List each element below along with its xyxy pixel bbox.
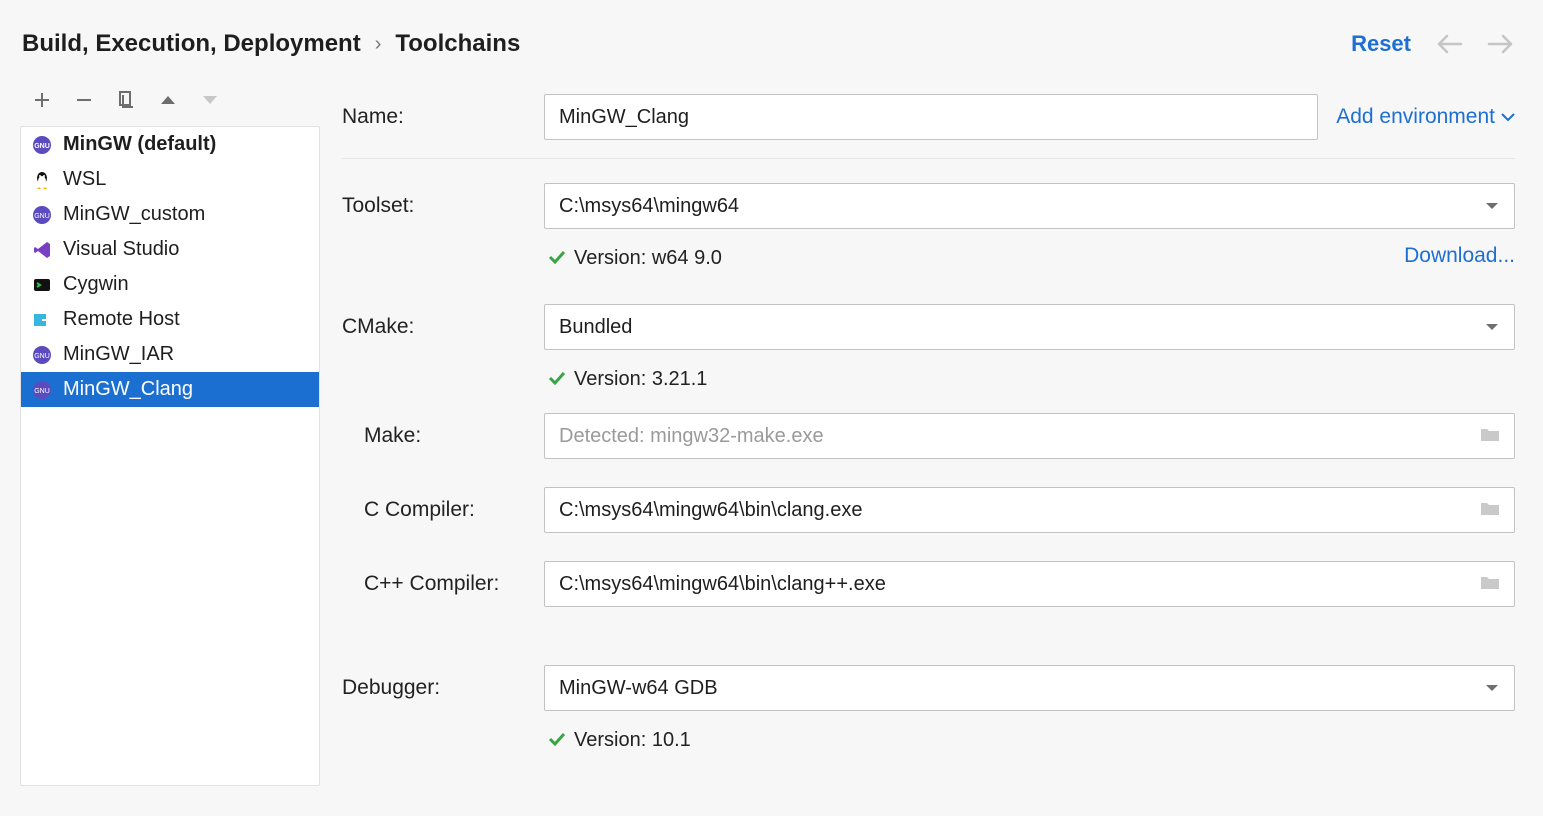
- move-up-button[interactable]: [158, 90, 178, 110]
- toolchain-item-mingw-default[interactable]: GNU MinGW (default): [21, 127, 319, 162]
- svg-text:GNU: GNU: [34, 388, 50, 395]
- toolchain-item-label: MinGW_IAR: [63, 343, 174, 366]
- gnu-icon: GNU: [31, 134, 53, 156]
- add-environment-link[interactable]: Add environment: [1336, 105, 1515, 129]
- toolchain-item-mingw-custom[interactable]: GNU MinGW_custom: [21, 197, 319, 232]
- tux-icon: [31, 169, 53, 191]
- chevron-down-icon: [1484, 195, 1500, 218]
- download-link[interactable]: Download...: [1404, 244, 1515, 268]
- toolchain-item-mingw-clang[interactable]: GNU MinGW_Clang: [21, 372, 319, 407]
- folder-icon[interactable]: [1480, 499, 1500, 522]
- make-input[interactable]: Detected: mingw32-make.exe: [544, 413, 1515, 459]
- c-compiler-input[interactable]: C:\msys64\mingw64\bin\clang.exe: [544, 487, 1515, 533]
- c-compiler-label: C Compiler:: [342, 498, 544, 522]
- toolchain-item-mingw-iar[interactable]: GNU MinGW_IAR: [21, 337, 319, 372]
- copy-button[interactable]: [116, 90, 136, 110]
- toolset-select[interactable]: C:\msys64\mingw64: [544, 183, 1515, 229]
- breadcrumb-parent[interactable]: Build, Execution, Deployment: [22, 30, 361, 58]
- breadcrumb: Build, Execution, Deployment › Toolchain…: [22, 30, 520, 58]
- toolchain-item-visual-studio[interactable]: Visual Studio: [21, 232, 319, 267]
- move-down-button[interactable]: [200, 90, 220, 110]
- folder-icon[interactable]: [1480, 425, 1500, 448]
- c-compiler-value: C:\msys64\mingw64\bin\clang.exe: [559, 499, 862, 522]
- forward-arrow-icon: [1487, 34, 1515, 54]
- name-input-value: MinGW_Clang: [559, 106, 689, 129]
- gnu-icon: GNU: [31, 379, 53, 401]
- gnu-icon: GNU: [31, 344, 53, 366]
- remote-host-icon: [31, 309, 53, 331]
- make-placeholder: Detected: mingw32-make.exe: [559, 425, 824, 448]
- toolchain-item-label: WSL: [63, 168, 106, 191]
- cxx-compiler-value: C:\msys64\mingw64\bin\clang++.exe: [559, 573, 886, 596]
- toolset-value: C:\msys64\mingw64: [559, 195, 739, 218]
- check-icon: [548, 247, 566, 270]
- remove-button[interactable]: [74, 90, 94, 110]
- toolchain-item-label: MinGW (default): [63, 133, 216, 156]
- breadcrumb-current: Toolchains: [395, 30, 520, 58]
- toolchain-item-label: Remote Host: [63, 308, 180, 331]
- name-label: Name:: [342, 105, 544, 129]
- name-input[interactable]: MinGW_Clang: [544, 94, 1318, 140]
- visual-studio-icon: [31, 239, 53, 261]
- cmake-label: CMake:: [342, 315, 544, 339]
- debugger-version: Version: 10.1: [574, 729, 691, 752]
- debugger-label: Debugger:: [342, 676, 544, 700]
- toolchain-list: GNU MinGW (default) WSL GNU MinGW_custom…: [20, 126, 320, 786]
- chevron-down-icon: [1484, 677, 1500, 700]
- svg-text:GNU: GNU: [34, 353, 50, 360]
- cmake-value: Bundled: [559, 316, 632, 339]
- toolchain-item-cygwin[interactable]: Cygwin: [21, 267, 319, 302]
- toolchain-item-wsl[interactable]: WSL: [21, 162, 319, 197]
- cygwin-icon: [31, 274, 53, 296]
- svg-text:GNU: GNU: [34, 143, 50, 150]
- toolchain-item-remote-host[interactable]: Remote Host: [21, 302, 319, 337]
- gnu-icon: GNU: [31, 204, 53, 226]
- toolchain-item-label: MinGW_Clang: [63, 378, 193, 401]
- cmake-select[interactable]: Bundled: [544, 304, 1515, 350]
- check-icon: [548, 368, 566, 391]
- toolchain-item-label: MinGW_custom: [63, 203, 205, 226]
- back-arrow-icon: [1435, 34, 1463, 54]
- chevron-down-icon: [1484, 316, 1500, 339]
- toolchain-item-label: Visual Studio: [63, 238, 179, 261]
- cxx-compiler-label: C++ Compiler:: [342, 572, 544, 596]
- svg-text:GNU: GNU: [34, 213, 50, 220]
- debugger-select[interactable]: MinGW-w64 GDB: [544, 665, 1515, 711]
- chevron-right-icon: ›: [375, 33, 382, 56]
- toolset-label: Toolset:: [342, 194, 544, 218]
- debugger-value: MinGW-w64 GDB: [559, 677, 718, 700]
- add-button[interactable]: [32, 90, 52, 110]
- check-icon: [548, 729, 566, 752]
- folder-icon[interactable]: [1480, 573, 1500, 596]
- make-label: Make:: [342, 424, 544, 448]
- sidebar-toolbar: [20, 90, 320, 126]
- reset-link[interactable]: Reset: [1351, 31, 1411, 57]
- cxx-compiler-input[interactable]: C:\msys64\mingw64\bin\clang++.exe: [544, 561, 1515, 607]
- toolchain-item-label: Cygwin: [63, 273, 129, 296]
- cmake-version: Version: 3.21.1: [574, 368, 707, 391]
- add-environment-label: Add environment: [1336, 105, 1495, 129]
- toolset-version: Version: w64 9.0: [574, 247, 722, 270]
